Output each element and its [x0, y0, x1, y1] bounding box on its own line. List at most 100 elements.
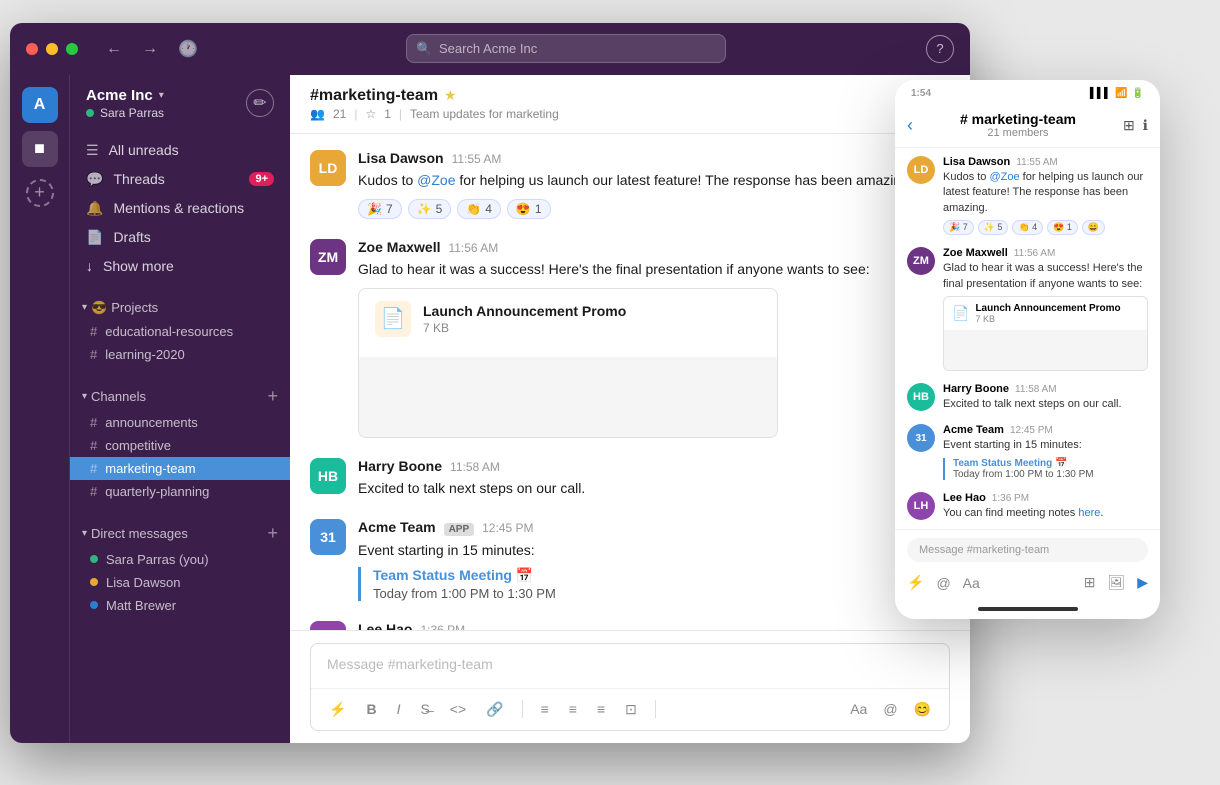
mobile-file-name: Launch Announcement Promo [975, 303, 1120, 314]
avatar: LH [310, 621, 346, 630]
event-title[interactable]: Team Status Meeting 📅 [373, 567, 950, 584]
dm-section: ▾ Direct messages + Sara Parras (you) Li… [70, 507, 290, 621]
channels-section-header[interactable]: ▾ Channels + [70, 382, 290, 411]
channel-item-marketing-team[interactable]: # marketing-team [70, 457, 290, 480]
hash-icon: # [90, 415, 97, 430]
mobile-reaction[interactable]: 👏 4 [1012, 220, 1043, 235]
reaction-button[interactable]: ✨ 5 [408, 199, 452, 219]
nav-buttons: ← → 🕐 [98, 35, 206, 63]
show-more-button[interactable]: ↓ Show more [70, 252, 290, 280]
lightning-button[interactable]: ⚡ [323, 697, 352, 722]
member-count: 21 [333, 107, 346, 121]
search-input[interactable] [406, 34, 726, 63]
reaction-button[interactable]: 😍 1 [507, 199, 551, 219]
compose-button[interactable]: ✏ [246, 89, 274, 117]
star-count-icon: ☆ [365, 107, 376, 121]
show-more-arrow-icon: ↓ [86, 258, 93, 274]
mention-button[interactable]: @ [877, 697, 903, 722]
back-button[interactable]: ← [98, 35, 130, 63]
add-workspace-button[interactable]: + [26, 179, 54, 207]
online-dot-icon [90, 578, 98, 586]
dm-section-header[interactable]: ▾ Direct messages + [70, 519, 290, 548]
signal-icon: ▌▌▌ [1090, 88, 1111, 99]
channel-item-competitive[interactable]: # competitive [70, 434, 290, 457]
mobile-msg-header: Acme Team 12:45 PM [943, 424, 1148, 436]
file-attachment[interactable]: 📄 Launch Announcement Promo 7 KB [358, 288, 778, 438]
italic-button[interactable]: I [391, 697, 407, 721]
reactions: 🎉 7 ✨ 5 👏 4 😍 1 [358, 199, 950, 219]
message-content: Lisa Dawson 11:55 AM Kudos to @Zoe for h… [358, 150, 950, 219]
bold-button[interactable]: B [360, 697, 382, 721]
mobile-mention-icon[interactable]: @ [936, 575, 950, 591]
mobile-info-icon[interactable]: ℹ [1143, 117, 1148, 134]
dm-item-lisa[interactable]: Lisa Dawson [70, 571, 290, 594]
member-count-icon: 👥 [310, 107, 325, 121]
indent-button[interactable]: ≡ [591, 697, 611, 721]
maximize-button[interactable] [66, 43, 78, 55]
workspace-name-wrapper[interactable]: Acme Inc ▾ [86, 87, 164, 104]
reaction-button[interactable]: 🎉 7 [358, 199, 402, 219]
mobile-file-attachment[interactable]: 📄 Launch Announcement Promo 7 KB [943, 296, 1148, 371]
mobile-author: Lisa Dawson [943, 156, 1010, 168]
channel-item-learning-2020[interactable]: # learning-2020 [70, 343, 290, 366]
mobile-lightning-icon[interactable]: ⚡ [907, 574, 924, 591]
mobile-channel-name: # marketing-team [921, 111, 1115, 127]
mobile-reaction[interactable]: 😍 1 [1047, 220, 1078, 235]
mobile-link[interactable]: here [1078, 507, 1100, 519]
mobile-msg-header: Harry Boone 11:58 AM [943, 383, 1148, 395]
link-button[interactable]: 🔗 [480, 697, 509, 722]
block-button[interactable]: ⊡ [619, 697, 643, 722]
message-time: 11:56 AM [448, 241, 498, 255]
add-channel-button[interactable]: + [267, 386, 278, 407]
dm-item-matt[interactable]: Matt Brewer [70, 594, 290, 617]
channel-item-announcements[interactable]: # announcements [70, 411, 290, 434]
mobile-back-button[interactable]: ‹ [907, 115, 913, 136]
code-button[interactable]: <> [444, 697, 472, 721]
sidebar-item-mentions[interactable]: 🔔 Mentions & reactions [70, 194, 290, 223]
help-button[interactable]: ? [926, 35, 954, 63]
mobile-text: Kudos to @Zoe for helping us launch our … [943, 170, 1148, 216]
mobile-msg-content: Harry Boone 11:58 AM Excited to talk nex… [943, 383, 1148, 412]
mobile-gallery-icon[interactable]: ⊞ [1123, 117, 1135, 134]
mobile-attach-icon[interactable]: ⊞ [1084, 574, 1096, 591]
strikethrough-button[interactable]: S̶ [414, 697, 435, 721]
dm-item-sara[interactable]: Sara Parras (you) [70, 548, 290, 571]
sidebar-item-all-unreads[interactable]: ☰ All unreads [70, 136, 290, 165]
forward-button[interactable]: → [134, 35, 166, 63]
mobile-message-row: 31 Acme Team 12:45 PM Event starting in … [907, 424, 1148, 479]
message-row: ZM Zoe Maxwell 11:56 AM Glad to hear it … [310, 239, 950, 438]
emoji-button[interactable]: 😊 [908, 697, 937, 722]
add-dm-button[interactable]: + [267, 523, 278, 544]
close-button[interactable] [26, 43, 38, 55]
mobile-message-row: LD Lisa Dawson 11:55 AM Kudos to @Zoe fo… [907, 156, 1148, 235]
message-input-placeholder[interactable]: Message #marketing-team [311, 644, 949, 688]
mobile-message-input[interactable]: Message #marketing-team [907, 538, 1148, 562]
message-author: Lisa Dawson [358, 150, 444, 166]
mobile-reaction[interactable]: 🎉 7 [943, 220, 974, 235]
user-name: Sara Parras [100, 106, 164, 120]
mobile-status-icons: ▌▌▌ 📶 🔋 [1090, 88, 1144, 99]
sidebar-item-threads[interactable]: 💬 Threads 9+ [70, 165, 290, 194]
avatar: LD [310, 150, 346, 186]
mobile-format-icon[interactable]: Aa [963, 575, 980, 591]
message-header: Lisa Dawson 11:55 AM [358, 150, 950, 166]
mobile-reaction-add[interactable]: 😄 [1082, 220, 1105, 235]
unordered-list-button[interactable]: ≡ [563, 697, 583, 721]
workspace-icon[interactable]: A [22, 87, 58, 123]
all-unreads-label: All unreads [109, 142, 179, 158]
mobile-event-title[interactable]: Team Status Meeting 📅 [953, 458, 1148, 469]
minimize-button[interactable] [46, 43, 58, 55]
format-button[interactable]: Aa [844, 697, 873, 722]
mobile-send-icon[interactable]: ▶ [1137, 574, 1148, 591]
projects-section-header[interactable]: ▾ 😎 Projects [70, 296, 290, 320]
second-workspace-icon[interactable]: ■ [22, 131, 58, 167]
ordered-list-button[interactable]: ≡ [535, 697, 555, 721]
star-icon[interactable]: ★ [444, 87, 457, 104]
history-button[interactable]: 🕐 [170, 35, 206, 63]
sidebar-item-drafts[interactable]: 📄 Drafts [70, 223, 290, 252]
channel-item-quarterly-planning[interactable]: # quarterly-planning [70, 480, 290, 503]
mobile-image-icon[interactable]: 🖼 [1107, 574, 1125, 591]
reaction-button[interactable]: 👏 4 [457, 199, 501, 219]
channel-item-educational-resources[interactable]: # educational-resources [70, 320, 290, 343]
mobile-reaction[interactable]: ✨ 5 [978, 220, 1009, 235]
